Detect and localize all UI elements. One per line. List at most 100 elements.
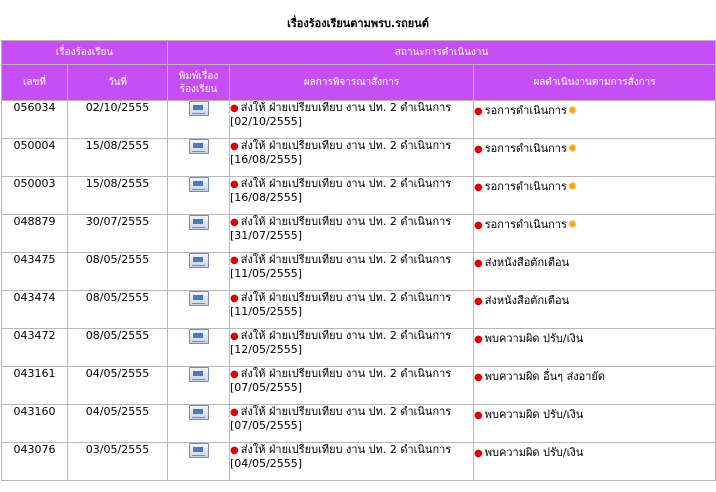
complaint-number: 043160: [1, 404, 68, 443]
status-cell: ● ส่งหนังสือตักเตือน: [473, 290, 716, 329]
bullet-icon: ●: [474, 334, 483, 345]
table-row: 048879 30/07/2555 ● ส่งให้ ฝ่ายเปรียบเทีย…: [1, 214, 716, 253]
complaint-number: 056034: [1, 100, 68, 139]
complaint-date: 15/08/2555: [66, 138, 169, 177]
status-text: รอการดำเนินการ: [484, 180, 567, 193]
status-cell: ● พบความผิด ปรับ/เงิน: [473, 442, 716, 481]
table-row: 050004 15/08/2555 ● ส่งให้ ฝ่ายเปรียบเทีย…: [1, 138, 716, 177]
status-cell: ● พบความผิด ปรับ/เงิน: [473, 328, 716, 367]
status-cell: ● พบความผิด อื่นๆ ส่งอายัด: [473, 366, 716, 405]
header-complaint-group: เรื่องร้องเรียน: [0, 40, 169, 65]
complaint-date: 08/05/2555: [66, 290, 169, 329]
status-cell: ● รอการดำเนินการ✺: [473, 214, 716, 253]
complaint-date: 03/05/2555: [66, 442, 169, 481]
result-cell: ● ส่งให้ ฝ่ายเปรียบเทียบ งาน ปท. 2 ดำเนิน…: [229, 100, 475, 139]
print-cell: [167, 366, 231, 405]
status-text: ส่งหนังสือตักเตือน: [484, 256, 570, 269]
complaint-date: 15/08/2555: [66, 176, 169, 215]
complaint-number: 043161: [1, 366, 68, 405]
header-status-group: สถานะการดำเนินงาน: [167, 40, 716, 65]
complaint-date: 30/07/2555: [66, 214, 169, 253]
bullet-icon: ●: [230, 445, 239, 456]
result-text: ส่งให้ ฝ่ายเปรียบเทียบ งาน ปท. 2 ดำเนินก…: [240, 139, 452, 152]
print-complaint-icon[interactable]: [188, 405, 209, 420]
result-cell: ● ส่งให้ ฝ่ายเปรียบเทียบ งาน ปท. 2 ดำเนิน…: [229, 442, 475, 481]
header-result: ผลการพิจารณาสั่งการ: [229, 64, 475, 101]
status-text: พบความผิด ปรับ/เงิน: [484, 408, 584, 421]
print-complaint-icon[interactable]: [188, 329, 209, 344]
bullet-icon: ●: [230, 331, 239, 342]
complaints-table: เรื่องร้องเรียน สถานะการดำเนินงาน เลขที่…: [0, 40, 716, 481]
print-complaint-icon[interactable]: [188, 177, 209, 192]
result-cell: ● ส่งให้ ฝ่ายเปรียบเทียบ งาน ปท. 2 ดำเนิน…: [229, 328, 475, 367]
status-text: พบความผิด ปรับ/เงิน: [484, 446, 584, 459]
bullet-icon: ●: [474, 448, 483, 459]
bullet-icon: ●: [474, 258, 483, 269]
complaint-number: 050004: [1, 138, 68, 177]
bullet-icon: ●: [474, 296, 483, 307]
bullet-icon: ●: [474, 220, 483, 231]
status-text: พบความผิด ปรับ/เงิน: [484, 332, 584, 345]
header-date: วันที่: [66, 64, 169, 101]
status-cell: ● รอการดำเนินการ✺: [473, 176, 716, 215]
status-text: รอการดำเนินการ: [484, 142, 567, 155]
result-date: [04/05/2555]: [230, 457, 302, 470]
print-cell: [167, 138, 231, 177]
result-text: ส่งให้ ฝ่ายเปรียบเทียบ งาน ปท. 2 ดำเนินก…: [240, 443, 452, 456]
result-date: [07/05/2555]: [230, 419, 302, 432]
flame-icon: ✺: [567, 180, 578, 193]
result-cell: ● ส่งให้ ฝ่ายเปรียบเทียบ งาน ปท. 2 ดำเนิน…: [229, 290, 475, 329]
result-cell: ● ส่งให้ ฝ่ายเปรียบเทียบ งาน ปท. 2 ดำเนิน…: [229, 366, 475, 405]
table-row: 043474 08/05/2555 ● ส่งให้ ฝ่ายเปรียบเทีย…: [1, 290, 716, 329]
complaint-number: 043472: [1, 328, 68, 367]
header-print-line2: ร้องเรียน: [179, 83, 218, 95]
print-complaint-icon[interactable]: [188, 215, 209, 230]
status-text: พบความผิด อื่นๆ ส่งอายัด: [484, 370, 606, 383]
bullet-icon: ●: [230, 179, 239, 190]
bullet-icon: ●: [474, 144, 483, 155]
status-cell: ● รอการดำเนินการ✺: [473, 100, 716, 139]
result-date: [12/05/2555]: [230, 343, 302, 356]
bullet-icon: ●: [230, 217, 239, 228]
print-complaint-icon[interactable]: [188, 101, 209, 116]
print-complaint-icon[interactable]: [188, 443, 209, 458]
bullet-icon: ●: [474, 410, 483, 421]
bullet-icon: ●: [230, 255, 239, 266]
result-date: [07/05/2555]: [230, 381, 302, 394]
bullet-icon: ●: [474, 182, 483, 193]
flame-icon: ✺: [567, 218, 578, 231]
print-cell: [167, 252, 231, 291]
bullet-icon: ●: [230, 141, 239, 152]
bullet-icon: ●: [230, 103, 239, 114]
status-text: ส่งหนังสือตักเตือน: [484, 294, 570, 307]
complaint-date: 04/05/2555: [66, 366, 169, 405]
result-date: [11/05/2555]: [230, 305, 302, 318]
bullet-icon: ●: [230, 293, 239, 304]
table-row: 043161 04/05/2555 ● ส่งให้ ฝ่ายเปรียบเทีย…: [1, 366, 716, 405]
print-complaint-icon[interactable]: [188, 291, 209, 306]
table-row: 043076 03/05/2555 ● ส่งให้ ฝ่ายเปรียบเทีย…: [1, 442, 716, 481]
header-no: เลขที่: [1, 64, 68, 101]
complaint-number: 048879: [1, 214, 68, 253]
print-cell: [167, 214, 231, 253]
print-complaint-icon[interactable]: [188, 253, 209, 268]
result-text: ส่งให้ ฝ่ายเปรียบเทียบ งาน ปท. 2 ดำเนินก…: [240, 253, 452, 266]
print-cell: [167, 290, 231, 329]
result-date: [16/08/2555]: [230, 153, 302, 166]
result-text: ส่งให้ ฝ่ายเปรียบเทียบ งาน ปท. 2 ดำเนินก…: [240, 215, 452, 228]
result-date: [16/08/2555]: [230, 191, 302, 204]
print-complaint-icon[interactable]: [188, 139, 209, 154]
header-status: ผลดำเนินงานตามการสั่งการ: [473, 64, 716, 101]
header-print-line1: พิมพ์เรื่อง: [178, 70, 219, 82]
table-row: 043472 08/05/2555 ● ส่งให้ ฝ่ายเปรียบเทีย…: [1, 328, 716, 367]
complaint-number: 043076: [1, 442, 68, 481]
result-text: ส่งให้ ฝ่ายเปรียบเทียบ งาน ปท. 2 ดำเนินก…: [240, 291, 452, 304]
result-text: ส่งให้ ฝ่ายเปรียบเทียบ งาน ปท. 2 ดำเนินก…: [240, 405, 452, 418]
print-cell: [167, 328, 231, 367]
result-text: ส่งให้ ฝ่ายเปรียบเทียบ งาน ปท. 2 ดำเนินก…: [240, 101, 452, 114]
print-complaint-icon[interactable]: [188, 367, 209, 382]
status-cell: ● รอการดำเนินการ✺: [473, 138, 716, 177]
table-row: 056034 02/10/2555 ● ส่งให้ ฝ่ายเปรียบเทีย…: [1, 100, 716, 139]
result-date: [11/05/2555]: [230, 267, 302, 280]
complaint-number: 043474: [1, 290, 68, 329]
